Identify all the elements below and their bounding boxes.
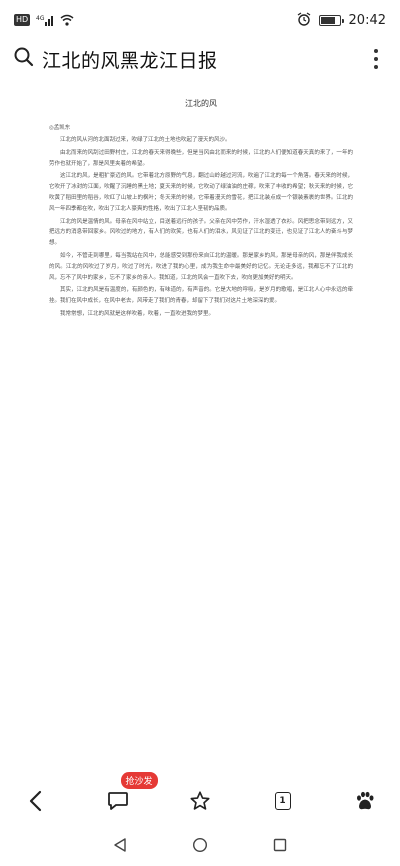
comment-group[interactable]: 抢沙发: [101, 772, 158, 818]
article-paragraph: 如今，不管走到哪里，每当我站在风中，总能感受到那份来自江北的温暖。那是家乡的风，…: [49, 252, 353, 281]
star-icon: [190, 791, 210, 810]
article-author: ◎孟凯东: [49, 125, 71, 131]
favorite-button[interactable]: [183, 784, 217, 818]
wifi-icon: [60, 14, 74, 26]
svg-text:4G: 4G: [36, 15, 45, 22]
article-paragraph: 江北的风从河的北面刮过来，吹绿了江北的土地也吹起了漫天的风沙。: [60, 137, 231, 143]
comment-button[interactable]: [101, 784, 135, 818]
article-paragraph: 我常常想，江北的风就是这样吹着，吹着，一直吹进我的梦里。: [60, 310, 215, 317]
nav-home-button[interactable]: [192, 837, 208, 857]
more-menu-button[interactable]: [366, 45, 386, 73]
sofa-badge[interactable]: 抢沙发: [120, 772, 158, 789]
bottom-toolbar: 抢沙发 1: [0, 772, 400, 824]
clock: 20:42: [348, 12, 386, 28]
triangle-back-icon: [114, 838, 126, 852]
more-dot-icon: [374, 57, 378, 61]
status-left: HD 4G: [14, 14, 74, 26]
back-button[interactable]: [18, 784, 52, 818]
signal-icon: 4G: [36, 14, 54, 26]
system-nav-bar: [0, 828, 400, 866]
status-right: 20:42: [297, 11, 386, 29]
alarm-icon: [297, 11, 311, 29]
article-title: 江北的风: [185, 99, 217, 108]
more-dot-icon: [374, 65, 378, 69]
carrier-badge: HD: [14, 14, 31, 26]
square-recents-icon: [273, 838, 287, 852]
search-icon[interactable]: [14, 47, 34, 71]
search-header[interactable]: 江北的风黑龙江日报: [0, 40, 400, 78]
page-count: 1: [274, 792, 291, 810]
circle-home-icon: [192, 837, 208, 853]
paw-icon: [357, 791, 374, 810]
nav-back-button[interactable]: [112, 837, 128, 857]
nav-recents-button[interactable]: [272, 837, 288, 857]
status-bar: HD 4G 20:42: [0, 0, 400, 40]
article-paragraph: 由北而来的风刮过田野村庄，江北的春天来得晚些，但是当风由北而来的时候，江北的人们…: [49, 149, 353, 167]
battery-icon: [318, 14, 344, 26]
comment-icon: [107, 792, 128, 810]
back-arrow-icon: [29, 790, 42, 812]
article-paragraph: 这江北的风，是粗犷豪迈的风。它带着北方原野的气息，翻过山岭越过河流，吹遍了江北的…: [49, 173, 353, 212]
search-query[interactable]: 江北的风黑龙江日报: [42, 46, 366, 73]
share-button[interactable]: [348, 784, 382, 818]
article-page[interactable]: 江北的风 ◎孟凯东 江北的风从河的北面刮过来，吹绿了江北的土地也吹起了漫天的风沙…: [0, 84, 400, 774]
article-paragraph: 其实，江北的风是有温度的，有颜色的，有味道的，有声音的。它是大地的呼吸，是岁月的…: [49, 287, 353, 305]
page-count-button[interactable]: 1: [266, 784, 300, 818]
article-paragraph: 江北的风是温情的风。母亲在风中站立，目送着远行的孩子。父亲在风中劳作，汗水湿透了…: [49, 218, 353, 247]
more-dot-icon: [374, 49, 378, 53]
